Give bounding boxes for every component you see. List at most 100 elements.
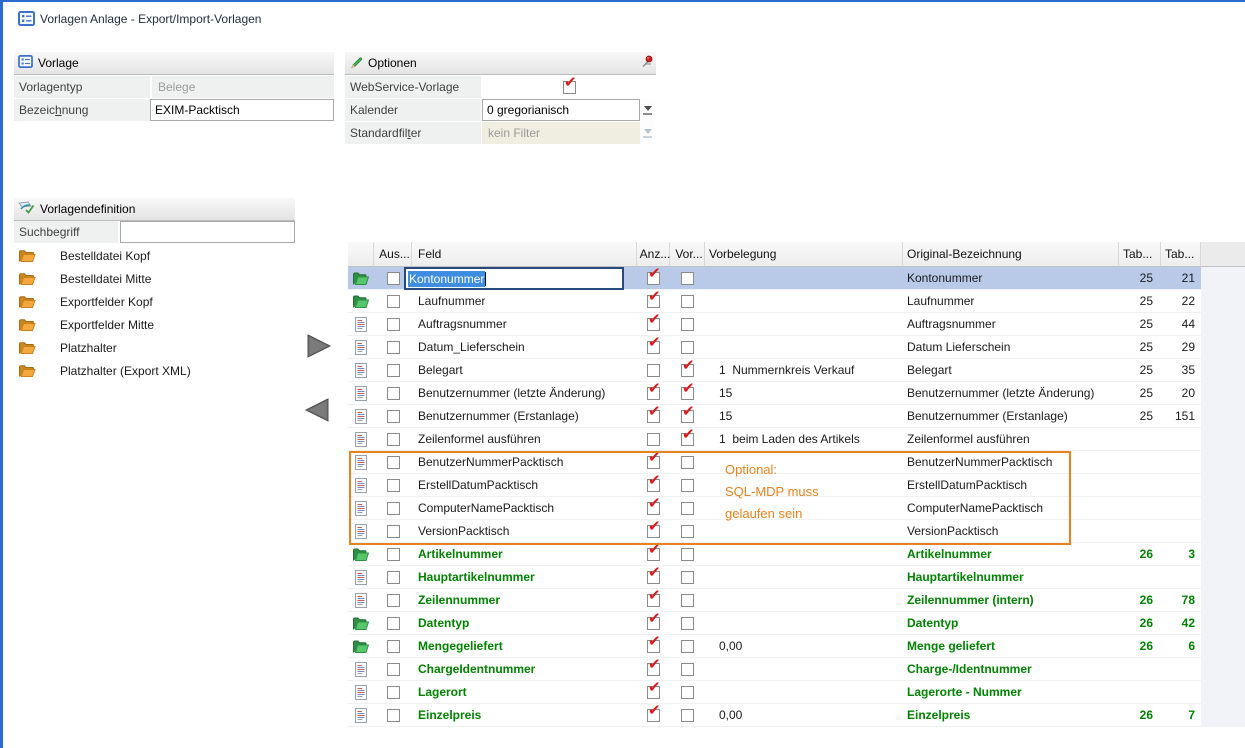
anzeigen-checkbox[interactable]: [647, 433, 660, 446]
vorbelegung-checkbox[interactable]: [681, 594, 694, 607]
table-row[interactable]: DatentypDatentyp2642: [348, 612, 1201, 635]
kalender-dropdown-button[interactable]: [640, 99, 655, 121]
webservice-checkbox[interactable]: [563, 81, 576, 94]
anzeigen-checkbox[interactable]: [647, 594, 660, 607]
folder-item[interactable]: Platzhalter (Export XML): [14, 359, 295, 382]
aus-checkbox[interactable]: [387, 272, 400, 285]
table-row[interactable]: Benutzernummer (Erstanlage)15Benutzernum…: [348, 405, 1201, 428]
aus-checkbox[interactable]: [387, 456, 400, 469]
table-row[interactable]: AuftragsnummerAuftragsnummer2544: [348, 313, 1201, 336]
move-left-button[interactable]: [304, 398, 330, 425]
anzeigen-checkbox[interactable]: [647, 709, 660, 722]
move-right-button[interactable]: [306, 334, 332, 361]
folder-item[interactable]: Platzhalter: [14, 336, 295, 359]
anzeigen-checkbox[interactable]: [647, 525, 660, 538]
aus-checkbox[interactable]: [387, 709, 400, 722]
kalender-input[interactable]: [482, 99, 640, 121]
table-row[interactable]: HauptartikelnummerHauptartikelnummer: [348, 566, 1201, 589]
vorbelegung-checkbox[interactable]: [681, 617, 694, 630]
bezeichnung-input[interactable]: [150, 99, 334, 121]
vorbelegung-checkbox[interactable]: [681, 272, 694, 285]
vorbelegung-checkbox[interactable]: [681, 341, 694, 354]
aus-checkbox[interactable]: [387, 433, 400, 446]
col-header-aus[interactable]: Aus...: [374, 242, 412, 267]
vorbelegung-checkbox[interactable]: [681, 525, 694, 538]
folder-item[interactable]: Bestelldatei Kopf: [14, 244, 295, 267]
vorbelegung-checkbox[interactable]: [681, 709, 694, 722]
vorbelegung-checkbox[interactable]: [681, 364, 694, 377]
table-row[interactable]: ZeilennummerZeilennummer (intern)2678: [348, 589, 1201, 612]
anzeigen-checkbox[interactable]: [647, 640, 660, 653]
aus-checkbox[interactable]: [387, 594, 400, 607]
table-row[interactable]: LaufnummerLaufnummer2522: [348, 290, 1201, 313]
pin-icon[interactable]: [640, 55, 653, 72]
table-row[interactable]: Benutzernummer (letzte Änderung)15Benutz…: [348, 382, 1201, 405]
folder-item[interactable]: Exportfelder Kopf: [14, 290, 295, 313]
table-row[interactable]: Einzelpreis0,00Einzelpreis267: [348, 704, 1201, 727]
col-header-original[interactable]: Original-Bezeichnung: [903, 242, 1119, 267]
aus-checkbox[interactable]: [387, 686, 400, 699]
col-header-tab2[interactable]: Tab...: [1161, 242, 1201, 267]
aus-checkbox[interactable]: [387, 663, 400, 676]
aus-checkbox[interactable]: [387, 387, 400, 400]
anzeigen-checkbox[interactable]: [647, 341, 660, 354]
table-row[interactable]: ChargeIdentnummerCharge-/Identnummer: [348, 658, 1201, 681]
annotation-line: SQL-MDP muss: [725, 481, 819, 503]
vorbelegung-checkbox[interactable]: [681, 686, 694, 699]
anzeigen-checkbox[interactable]: [647, 686, 660, 699]
aus-checkbox[interactable]: [387, 571, 400, 584]
col-header-feld[interactable]: Feld: [412, 242, 637, 267]
anzeigen-checkbox[interactable]: [647, 456, 660, 469]
vorbelegung-checkbox[interactable]: [681, 456, 694, 469]
aus-checkbox[interactable]: [387, 617, 400, 630]
vorbelegung-checkbox[interactable]: [681, 410, 694, 423]
vorbelegung-checkbox[interactable]: [681, 502, 694, 515]
col-header-tab1[interactable]: Tab...: [1119, 242, 1161, 267]
aus-checkbox[interactable]: [387, 548, 400, 561]
aus-checkbox[interactable]: [387, 410, 400, 423]
anzeigen-checkbox[interactable]: [647, 318, 660, 331]
table-row[interactable]: KontonummerKontonummer2521: [348, 267, 1201, 290]
anzeigen-checkbox[interactable]: [647, 364, 660, 377]
table-row[interactable]: LagerortLagerorte - Nummer: [348, 681, 1201, 704]
col-header-icon[interactable]: [348, 242, 374, 267]
aus-checkbox[interactable]: [387, 479, 400, 492]
anzeigen-checkbox[interactable]: [647, 571, 660, 584]
aus-checkbox[interactable]: [387, 295, 400, 308]
vorbelegung-checkbox[interactable]: [681, 295, 694, 308]
col-header-vorbelegung[interactable]: Vorbelegung: [705, 242, 903, 267]
aus-checkbox[interactable]: [387, 364, 400, 377]
vorbelegung-checkbox[interactable]: [681, 571, 694, 584]
vorbelegung-checkbox[interactable]: [681, 548, 694, 561]
table-row[interactable]: ArtikelnummerArtikelnummer263: [348, 543, 1201, 566]
aus-checkbox[interactable]: [387, 525, 400, 538]
col-header-vor[interactable]: Vor...: [670, 242, 705, 267]
vorbelegung-checkbox[interactable]: [681, 387, 694, 400]
anzeigen-checkbox[interactable]: [647, 479, 660, 492]
anzeigen-checkbox[interactable]: [647, 387, 660, 400]
anzeigen-checkbox[interactable]: [647, 410, 660, 423]
table-row[interactable]: Zeilenformel ausführen1 beim Laden des A…: [348, 428, 1201, 451]
vorbelegung-checkbox[interactable]: [681, 479, 694, 492]
feld-edit-input[interactable]: Kontonummer: [404, 267, 624, 290]
table-row[interactable]: Mengegeliefert0,00Menge geliefert266: [348, 635, 1201, 658]
table-row[interactable]: Belegart1 Nummernkreis VerkaufBelegart25…: [348, 359, 1201, 382]
vorbelegung-checkbox[interactable]: [681, 433, 694, 446]
vorbelegung-checkbox[interactable]: [681, 640, 694, 653]
aus-checkbox[interactable]: [387, 502, 400, 515]
anzeigen-checkbox[interactable]: [647, 502, 660, 515]
anzeigen-checkbox[interactable]: [647, 663, 660, 676]
vorbelegung-checkbox[interactable]: [681, 663, 694, 676]
vorbelegung-checkbox[interactable]: [681, 318, 694, 331]
aus-checkbox[interactable]: [387, 318, 400, 331]
anzeigen-checkbox[interactable]: [647, 272, 660, 285]
anzeigen-checkbox[interactable]: [647, 548, 660, 561]
folder-item[interactable]: Bestelldatei Mitte: [14, 267, 295, 290]
aus-checkbox[interactable]: [387, 640, 400, 653]
table-row[interactable]: Datum_LieferscheinDatum Lieferschein2529: [348, 336, 1201, 359]
aus-checkbox[interactable]: [387, 341, 400, 354]
suchbegriff-input[interactable]: [120, 221, 295, 243]
anzeigen-checkbox[interactable]: [647, 295, 660, 308]
folder-item[interactable]: Exportfelder Mitte: [14, 313, 295, 336]
anzeigen-checkbox[interactable]: [647, 617, 660, 630]
